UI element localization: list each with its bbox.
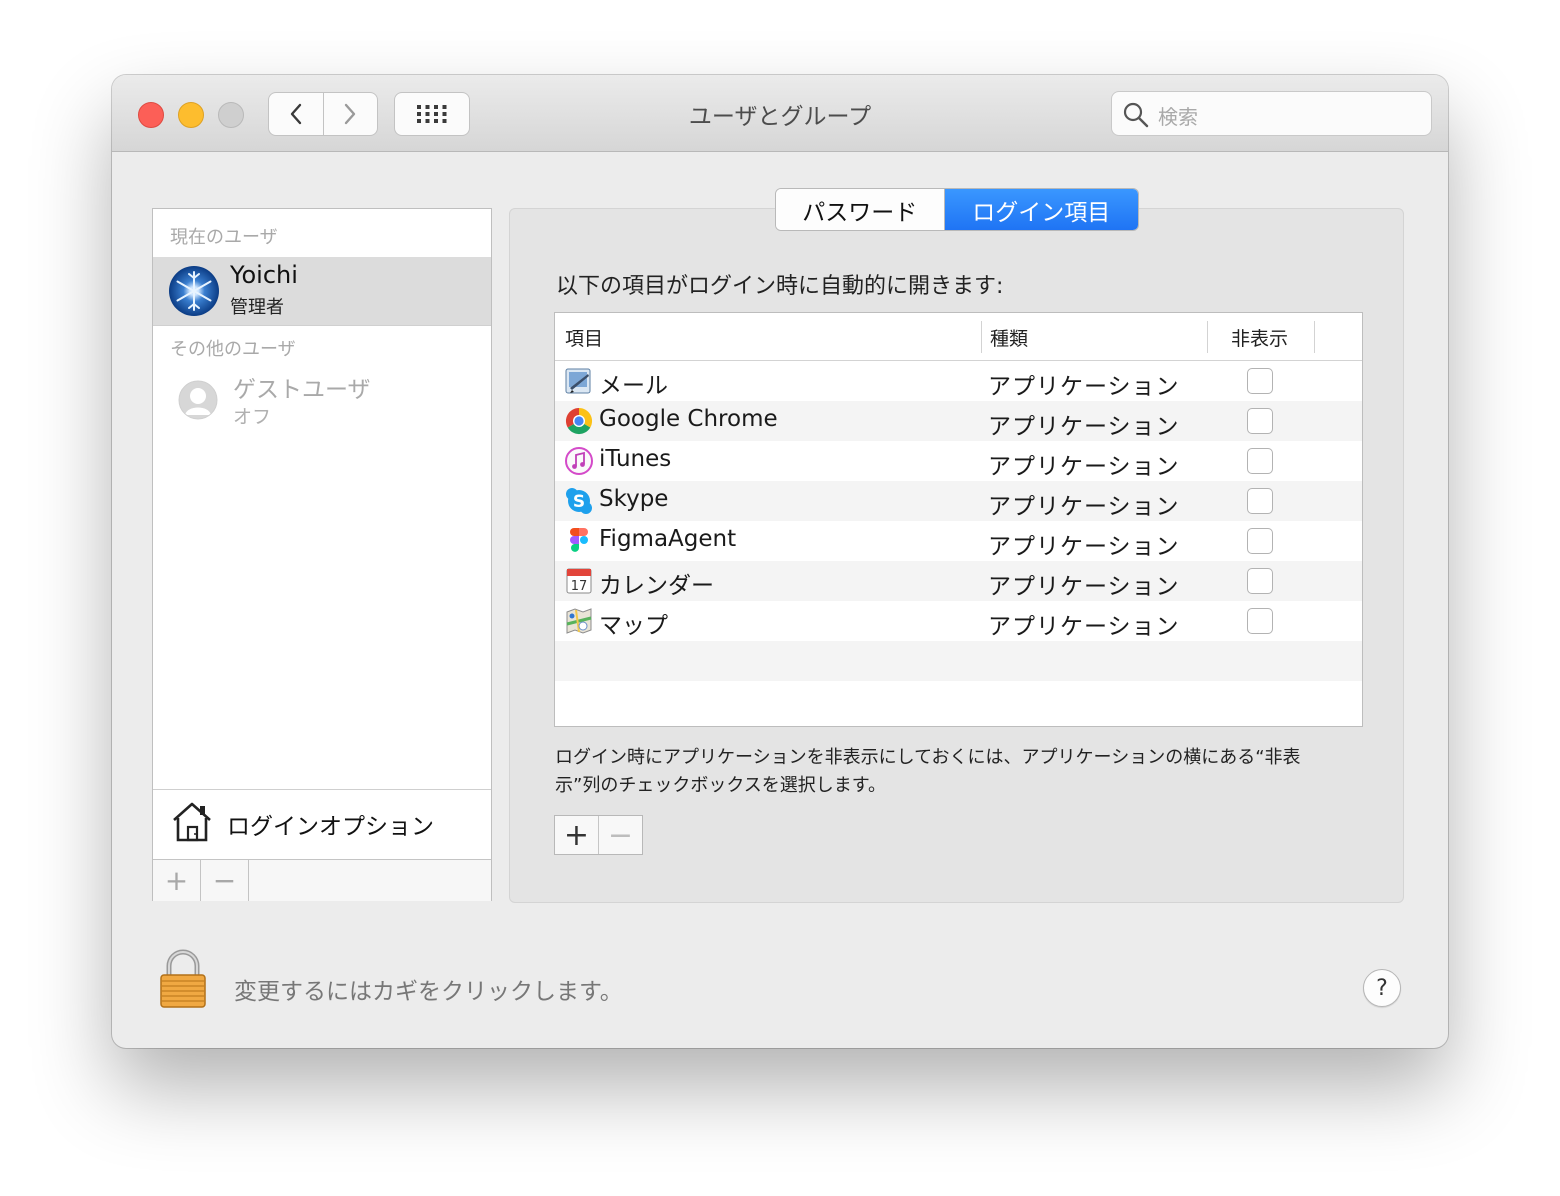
tab-login-items[interactable]: ログイン項目 bbox=[944, 189, 1138, 230]
guest-user-name[interactable]: ゲストユーザ bbox=[233, 370, 371, 404]
table-row[interactable]: 17 カレンダー アプリケーション bbox=[555, 561, 1362, 601]
user-list-panel: 現在のユーザ Yoichi 管理者 その他のユーザ ゲストユーザ オフ ログイン… bbox=[152, 208, 492, 901]
other-users-label: その他のユーザ bbox=[170, 339, 296, 360]
preferences-window: ユーザとグループ 検索 現在のユーザ Yoichi 管理者 その他のユーザ ゲス… bbox=[112, 75, 1448, 1048]
house-icon bbox=[173, 802, 211, 842]
item-name: Skype bbox=[599, 486, 669, 512]
remove-user-button[interactable]: − bbox=[201, 860, 249, 901]
hide-checkbox[interactable] bbox=[1247, 488, 1273, 514]
add-user-button[interactable]: + bbox=[153, 860, 201, 901]
hide-checkbox[interactable] bbox=[1247, 368, 1273, 394]
hide-checkbox[interactable] bbox=[1247, 528, 1273, 554]
table-row[interactable]: FigmaAgent アプリケーション bbox=[555, 521, 1362, 561]
login-items-table: 項目 種類 非表示 メール アプリケーション Google Chrome アプリ… bbox=[554, 312, 1363, 727]
table-row[interactable]: Google Chrome アプリケーション bbox=[555, 401, 1362, 441]
svg-text:S: S bbox=[573, 492, 585, 512]
item-kind: アプリケーション bbox=[988, 494, 1180, 520]
table-row[interactable]: マップ アプリケーション bbox=[555, 601, 1362, 641]
guest-user-icon bbox=[178, 380, 218, 420]
mail-app-icon bbox=[565, 368, 591, 394]
search-icon bbox=[1123, 102, 1149, 128]
search-field[interactable]: 検索 bbox=[1111, 91, 1432, 136]
column-divider bbox=[1314, 321, 1315, 353]
lock-message: 変更するにはカギをクリックします。 bbox=[234, 979, 623, 1005]
table-row[interactable]: iTunes アプリケーション bbox=[555, 441, 1362, 481]
item-kind: アプリケーション bbox=[988, 414, 1180, 440]
column-header-hide[interactable]: 非表示 bbox=[1231, 324, 1288, 351]
help-button[interactable]: ? bbox=[1363, 969, 1401, 1007]
title-bar: ユーザとグループ 検索 bbox=[112, 75, 1448, 152]
svg-text:17: 17 bbox=[571, 579, 588, 594]
itunes-app-icon bbox=[565, 447, 593, 475]
column-header-item[interactable]: 項目 bbox=[565, 324, 603, 351]
item-name: カレンダー bbox=[599, 573, 714, 599]
user-list-footer: + − bbox=[153, 859, 491, 901]
snowflake-avatar-image bbox=[176, 271, 212, 311]
empty-row bbox=[555, 641, 1362, 681]
hide-checkbox[interactable] bbox=[1247, 608, 1273, 634]
remove-login-item-button[interactable]: − bbox=[599, 816, 642, 854]
login-options-label: ログインオプション bbox=[227, 814, 434, 840]
chrome-app-icon bbox=[565, 407, 593, 435]
add-login-item-button[interactable]: + bbox=[555, 816, 599, 854]
search-placeholder: 検索 bbox=[1158, 105, 1198, 129]
login-item-add-remove: + − bbox=[554, 815, 643, 855]
divider bbox=[153, 325, 491, 326]
item-kind: アプリケーション bbox=[988, 574, 1180, 600]
login-options-item[interactable]: ログインオプション bbox=[153, 789, 491, 860]
hide-checkbox[interactable] bbox=[1247, 448, 1273, 474]
calendar-app-icon: 17 bbox=[566, 568, 592, 594]
tab-control: パスワード ログイン項目 bbox=[775, 188, 1139, 231]
user-name: Yoichi bbox=[230, 261, 298, 289]
hide-checkbox[interactable] bbox=[1247, 408, 1273, 434]
column-divider bbox=[1207, 321, 1208, 353]
item-kind: アプリケーション bbox=[988, 454, 1180, 480]
item-name: メール bbox=[599, 373, 668, 399]
item-name: マップ bbox=[599, 613, 668, 639]
figma-app-icon bbox=[570, 528, 588, 552]
guest-user-state: オフ bbox=[233, 406, 272, 428]
skype-app-icon: S bbox=[566, 488, 592, 514]
item-name: Google Chrome bbox=[599, 406, 778, 432]
user-role: 管理者 bbox=[230, 297, 284, 318]
column-header-kind[interactable]: 種類 bbox=[990, 324, 1028, 351]
table-row[interactable]: メール アプリケーション bbox=[555, 361, 1362, 401]
hide-checkbox[interactable] bbox=[1247, 568, 1273, 594]
item-kind: アプリケーション bbox=[988, 534, 1180, 560]
user-item-yoichi[interactable]: Yoichi 管理者 bbox=[153, 257, 491, 325]
login-items-heading: 以下の項目がログイン時に自動的に開きます: bbox=[556, 274, 1004, 299]
item-kind: アプリケーション bbox=[988, 614, 1180, 640]
maps-app-icon bbox=[566, 608, 592, 634]
table-body: メール アプリケーション Google Chrome アプリケーション iTun… bbox=[555, 361, 1362, 681]
item-name: FigmaAgent bbox=[599, 526, 737, 552]
item-kind: アプリケーション bbox=[988, 374, 1180, 400]
hide-hint-text: ログイン時にアプリケーションを非表示にしておくには、アプリケーションの横にある“… bbox=[555, 747, 1301, 796]
table-header: 項目 種類 非表示 bbox=[555, 313, 1362, 361]
column-divider bbox=[981, 321, 982, 353]
current-users-label: 現在のユーザ bbox=[170, 227, 278, 248]
table-row[interactable]: S Skype アプリケーション bbox=[555, 481, 1362, 521]
tab-password[interactable]: パスワード bbox=[776, 189, 945, 230]
lock-icon[interactable] bbox=[158, 948, 208, 1010]
item-name: iTunes bbox=[599, 446, 672, 472]
avatar bbox=[169, 266, 219, 316]
